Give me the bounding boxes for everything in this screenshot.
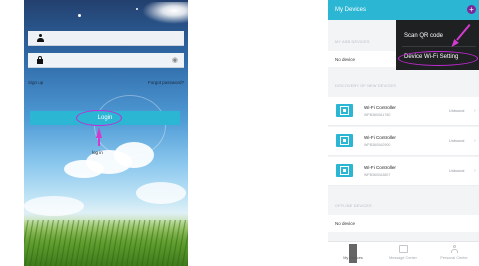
cloud	[24, 196, 84, 216]
nav-label: Message Center	[389, 256, 417, 260]
chevron-right-icon: ›	[474, 168, 476, 174]
annotation-highlight-ellipse	[76, 110, 122, 126]
devices-grid-icon	[349, 244, 358, 263]
cloud	[64, 160, 104, 178]
person-icon	[450, 245, 459, 253]
sparkle	[136, 8, 138, 10]
devices-screen: My Devices + MY ASB DEVICES No device DI…	[328, 0, 479, 266]
top-bar: My Devices +	[328, 0, 479, 20]
show-password-eye-icon[interactable]: ◉	[172, 56, 178, 64]
section-header-my-devices: MY ASB DEVICES	[335, 40, 370, 44]
menu-item-scan-qr[interactable]: Scan QR code	[404, 33, 443, 39]
device-status: Unbound	[449, 109, 465, 113]
add-menu-button[interactable]: +	[467, 5, 476, 14]
device-id: WFB3600A1780	[364, 113, 391, 117]
sparkle	[78, 14, 81, 17]
device-id: WFB3600A3807	[364, 173, 391, 177]
login-links: Sign up Forgot password?	[28, 80, 184, 85]
empty-text: No device	[335, 57, 356, 62]
forgot-password-link[interactable]: Forgot password?	[148, 80, 184, 85]
nav-message-center[interactable]: Message Center	[378, 245, 428, 260]
lock-icon	[35, 56, 45, 64]
chevron-right-icon: ›	[474, 108, 476, 114]
bottom-navigation: My Devices Message Center Personal Cente…	[328, 241, 479, 266]
nav-label: Personal Center	[440, 256, 468, 260]
empty-text: No device	[335, 221, 356, 226]
chevron-right-icon: ›	[474, 138, 476, 144]
password-field[interactable]: ◉	[28, 53, 184, 68]
device-row[interactable]: Wi-Fi Controller WFB3600A1780 Unbound ›	[328, 97, 479, 126]
section-header-discovered: DISCOVERY OF NEW DEVICES	[335, 84, 396, 88]
cloud	[114, 142, 154, 168]
device-status: Unbound	[449, 139, 465, 143]
controller-icon	[336, 164, 353, 177]
offline-empty-row: No device	[328, 215, 479, 232]
device-status: Unbound	[449, 169, 465, 173]
signup-link[interactable]: Sign up	[28, 80, 43, 85]
section-header-offline: OFFLINE DEVICES	[335, 204, 372, 208]
grass-field	[24, 220, 188, 266]
controller-icon	[336, 134, 353, 147]
login-screen: ◉ Sign up Forgot password? Login log in	[24, 0, 188, 266]
device-name: Wi-Fi Controller	[364, 135, 396, 140]
annotation-arrow-stem	[98, 136, 100, 146]
sun-glare	[142, 2, 188, 24]
device-row[interactable]: Wi-Fi Controller WFB3600A2900 Unbound ›	[328, 127, 479, 156]
cloud	[136, 182, 186, 204]
annotation-caption: log in	[92, 150, 103, 155]
device-name: Wi-Fi Controller	[364, 105, 396, 110]
page-title: My Devices	[335, 7, 367, 13]
device-name: Wi-Fi Controller	[364, 165, 396, 170]
annotation-highlight-ellipse	[398, 51, 478, 66]
nav-personal-center[interactable]: Personal Center	[429, 245, 479, 260]
nav-label: My Devices	[343, 256, 363, 260]
menu-divider	[402, 46, 476, 47]
device-id: WFB3600A2900	[364, 143, 391, 147]
username-field[interactable]	[28, 31, 184, 46]
nav-my-devices[interactable]: My Devices	[328, 244, 378, 263]
message-icon	[398, 245, 408, 253]
controller-icon	[336, 104, 353, 117]
user-icon	[35, 34, 45, 42]
device-row[interactable]: Wi-Fi Controller WFB3600A3807 Unbound ›	[328, 157, 479, 186]
